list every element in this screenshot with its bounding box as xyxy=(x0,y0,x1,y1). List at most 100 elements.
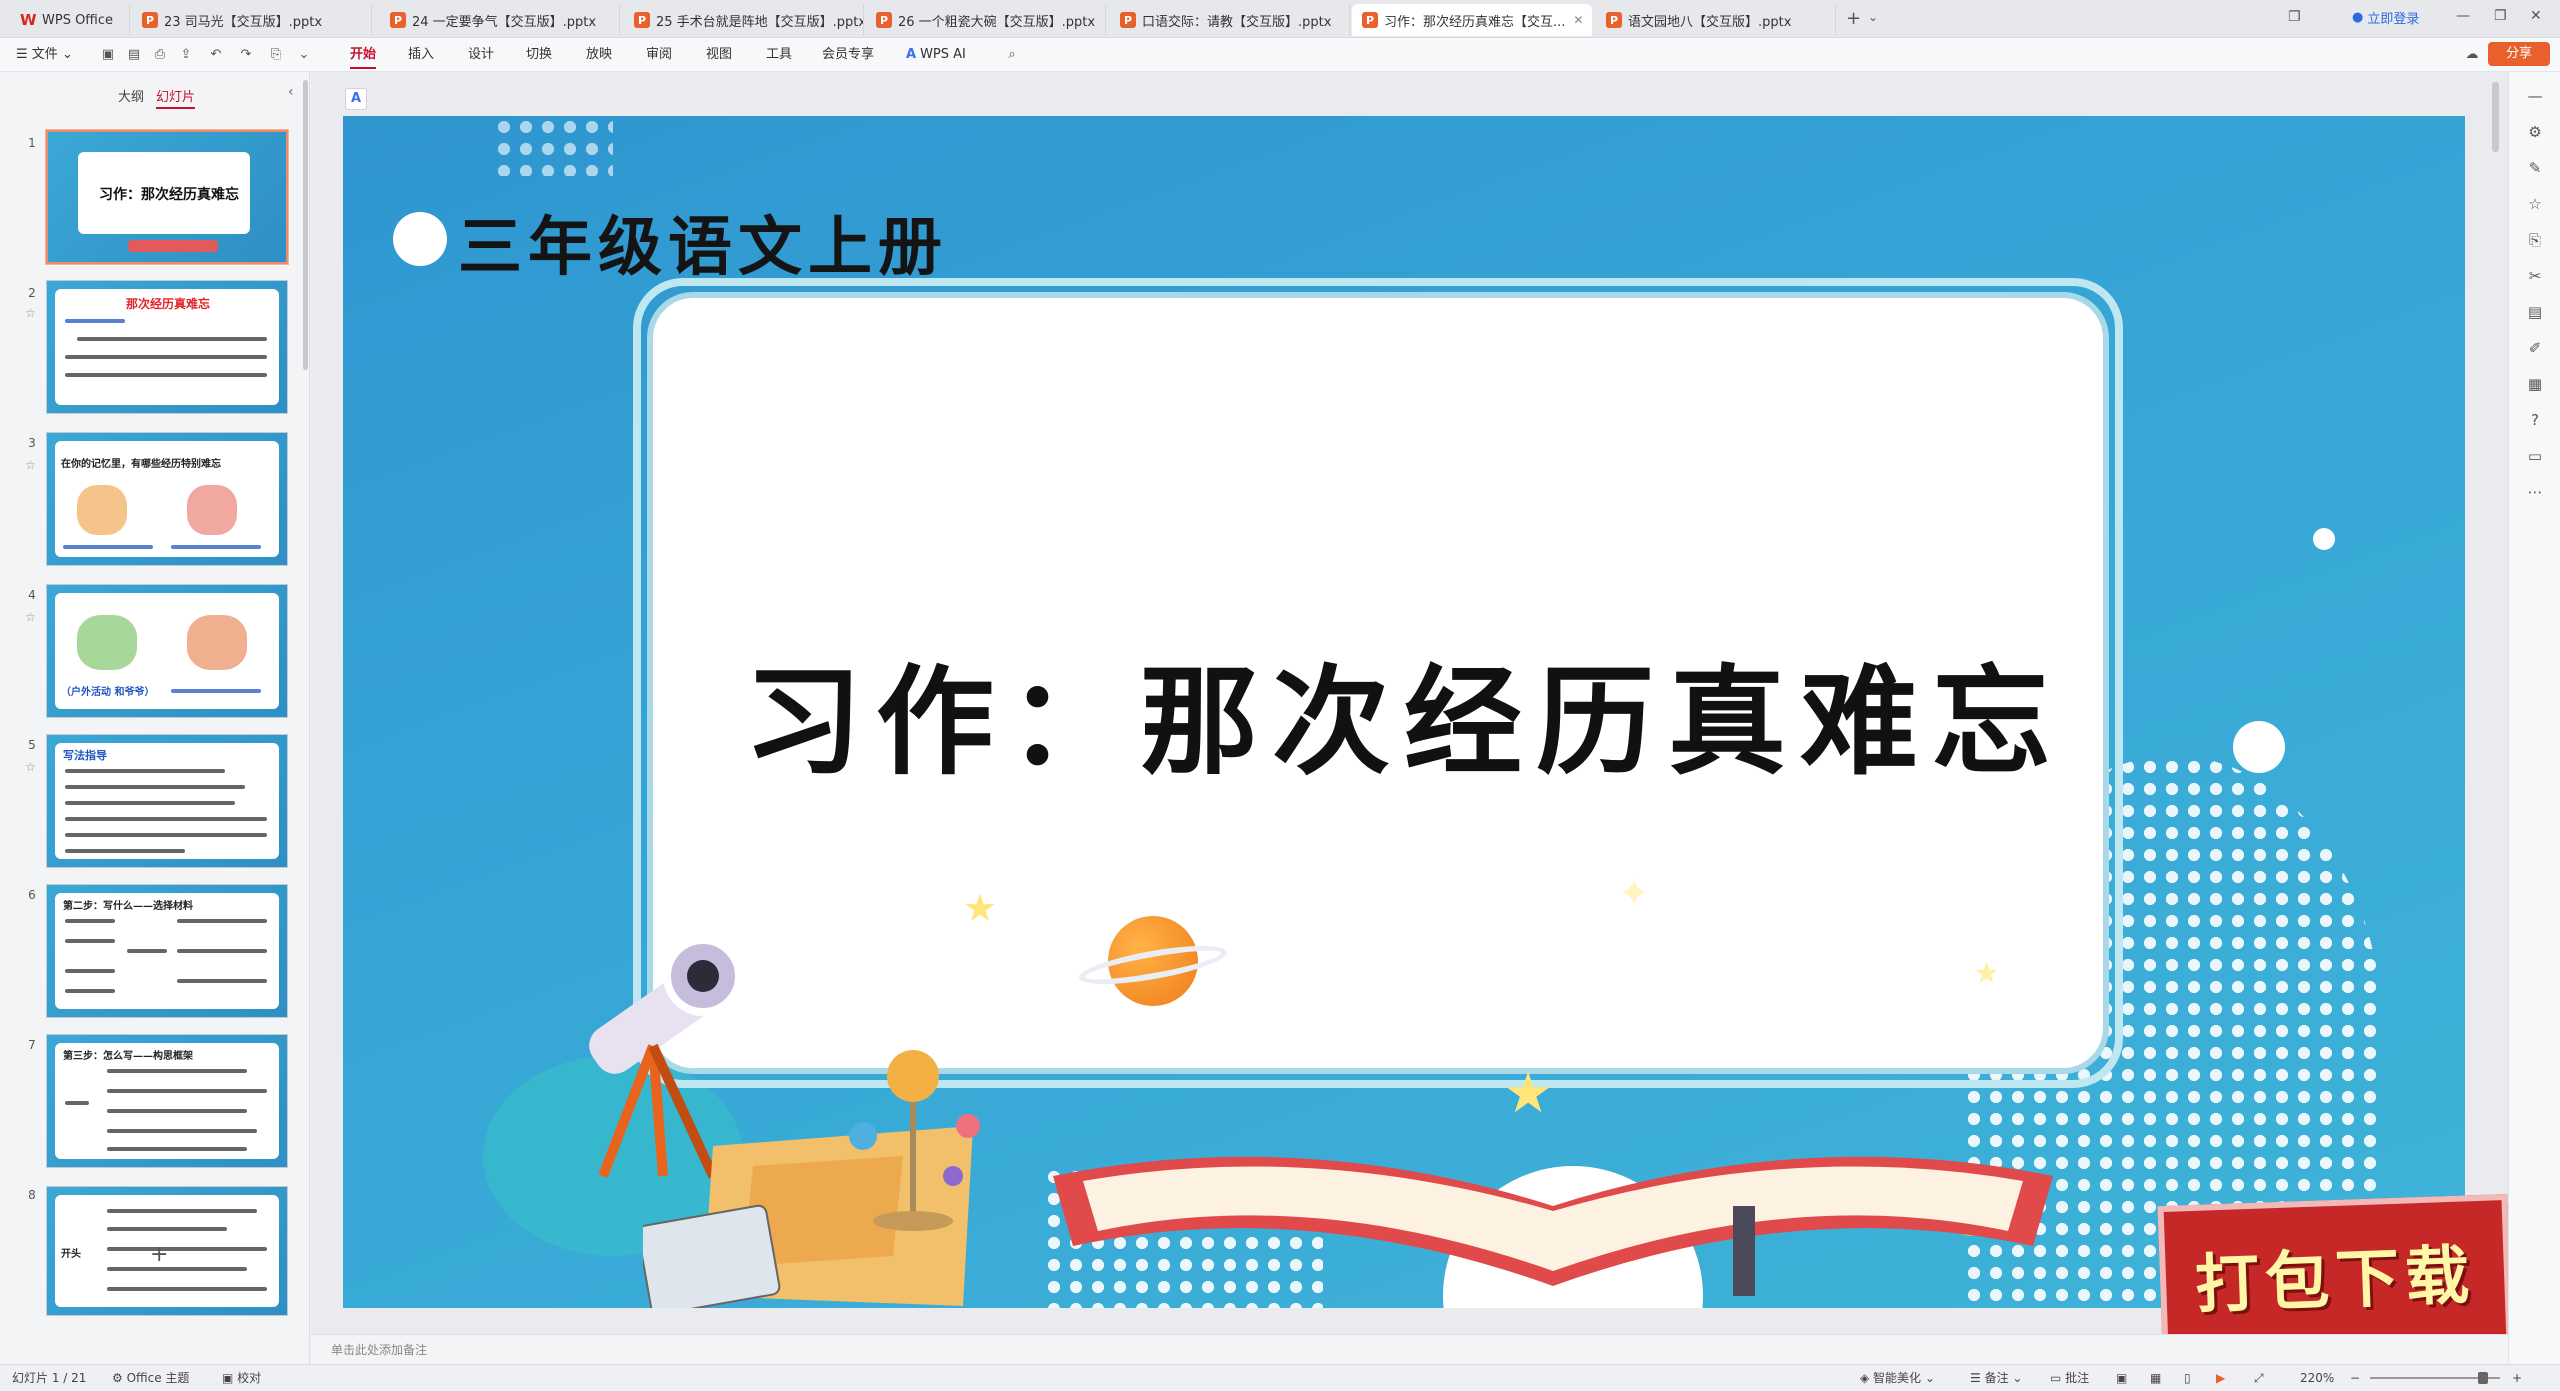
zoom-in-icon[interactable]: + xyxy=(2512,1365,2522,1391)
menu-member[interactable]: 会员专享 xyxy=(822,38,874,72)
download-package-badge[interactable]: 打包下载 xyxy=(2157,1193,2513,1357)
more-icon[interactable]: ⋯ xyxy=(2525,482,2545,502)
tab-document-25[interactable]: P 25 手术台就是阵地【交互版】.pptx xyxy=(624,4,864,36)
menu-home[interactable]: 开始 xyxy=(350,38,377,72)
ribbon-collapse-icon[interactable]: — xyxy=(2525,86,2545,106)
tab-document-26[interactable]: P 26 一个粗瓷大碗【交互版】.pptx xyxy=(866,4,1106,36)
more-tools-chevron-icon[interactable]: ⌄ xyxy=(296,47,312,63)
slides-panel: 大纲 幻灯片 ‹ xyxy=(0,72,310,1364)
minimize-icon[interactable]: — xyxy=(2456,8,2470,24)
open-icon[interactable]: ▤ xyxy=(126,47,142,63)
menu-review[interactable]: 审阅 xyxy=(646,38,672,72)
normal-view-icon[interactable]: ▣ xyxy=(2116,1365,2127,1391)
thumb-number: 8 xyxy=(28,1188,36,1202)
ppt-file-icon: P xyxy=(390,12,406,28)
window-mode-icon[interactable]: ❐ xyxy=(2288,9,2301,25)
close-icon[interactable]: ✕ xyxy=(1573,13,1583,27)
copy-icon[interactable]: ⎘ xyxy=(2525,230,2545,250)
canvas-scrollbar[interactable] xyxy=(2492,82,2499,152)
slide-sorter-icon[interactable]: ▦ xyxy=(2150,1365,2161,1391)
tab-outline[interactable]: 大纲 xyxy=(118,86,144,105)
help-icon[interactable]: ? xyxy=(2525,410,2545,430)
comment-icon[interactable]: ▭ xyxy=(2525,446,2545,466)
collapse-panel-icon[interactable]: ‹ xyxy=(288,84,294,100)
star-icon[interactable]: ☆ xyxy=(25,458,36,472)
notes-toggle-button[interactable]: ☰ 备注 ⌄ xyxy=(1970,1365,2022,1391)
proofread-button[interactable]: ▣ 校对 xyxy=(222,1365,261,1391)
slide-subject-title[interactable]: 三年级语文上册 xyxy=(458,196,948,288)
tab-document-24[interactable]: P 24 一定要争气【交互版】.pptx xyxy=(380,4,620,36)
slide-main-heading[interactable]: 习作：那次经历真难忘 xyxy=(343,626,2465,797)
menu-wps-ai[interactable]: A WPS AI xyxy=(906,38,966,72)
chevron-down-icon[interactable]: ⌄ xyxy=(1868,10,1878,24)
slide-thumbnail-7[interactable]: 第三步：怎么写——构思框架 xyxy=(46,1034,288,1168)
smart-beautify-button[interactable]: ◈ 智能美化 ⌄ xyxy=(1860,1365,1935,1391)
star-icon[interactable]: ☆ xyxy=(25,306,36,320)
redo-icon[interactable]: ↷ xyxy=(238,47,254,63)
maximize-icon[interactable]: ❐ xyxy=(2494,8,2507,24)
text-icon[interactable]: ▤ xyxy=(2525,302,2545,322)
slide-thumbnail-3[interactable]: 在你的记忆里，有哪些经历特别难忘 xyxy=(46,432,288,566)
layers-icon[interactable]: ▦ xyxy=(2525,374,2545,394)
star-icon[interactable]: ☆ xyxy=(25,610,36,624)
magic-edit-icon[interactable]: ✎ xyxy=(2525,158,2545,178)
login-button[interactable]: ● 立即登录 xyxy=(2352,8,2419,27)
favorite-icon[interactable]: ☆ xyxy=(2525,194,2545,214)
undo-icon[interactable]: ↶ xyxy=(208,47,224,63)
tab-label: 25 手术台就是阵地【交互版】.pptx xyxy=(656,14,864,30)
menu-transition[interactable]: 切换 xyxy=(526,38,552,72)
thumb-number: 6 xyxy=(28,888,36,902)
tab-document-writing[interactable]: P 习作：那次经历真难忘【交互... ✕ xyxy=(1352,4,1592,36)
menu-view[interactable]: 视图 xyxy=(706,38,732,72)
slide-thumbnail-6[interactable]: 第二步：写什么——选择材料 xyxy=(46,884,288,1018)
menu-slideshow[interactable]: 放映 xyxy=(586,38,612,72)
reading-view-icon[interactable]: ▯ xyxy=(2184,1365,2191,1391)
save-icon[interactable]: ▣ xyxy=(100,47,116,63)
theme-button[interactable]: ⚙ Office 主题 xyxy=(112,1365,189,1391)
slide-thumbnail-2[interactable]: 那次经历真难忘 xyxy=(46,280,288,414)
properties-icon[interactable]: ⚙ xyxy=(2525,122,2545,142)
star-icon: ★ xyxy=(1973,956,2000,991)
play-slideshow-icon[interactable]: ▶ xyxy=(2216,1365,2225,1391)
star-icon: ★ xyxy=(1503,1061,1554,1126)
new-tab-icon[interactable]: + xyxy=(1846,8,1861,29)
slide-thumbnail-1[interactable]: 习作：那次经历真难忘 xyxy=(45,129,289,265)
notes-pane[interactable]: 单击此处添加备注 xyxy=(311,1334,2508,1364)
slide-thumbnail-5[interactable]: 写法指导 xyxy=(46,734,288,868)
slide-thumbnail-4[interactable]: （户外活动 和爷爷） xyxy=(46,584,288,718)
menu-insert[interactable]: 插入 xyxy=(408,38,434,72)
fit-window-icon[interactable]: ⤢ xyxy=(2254,1365,2264,1391)
tools-icon[interactable]: ✂ xyxy=(2525,266,2545,286)
wps-ai-float-icon[interactable]: A xyxy=(345,88,367,110)
tab-document-garden[interactable]: P 语文园地八【交互版】.pptx xyxy=(1596,4,1836,36)
search-icon[interactable]: ⌕ xyxy=(1004,47,1020,63)
zoom-level[interactable]: 220% xyxy=(2300,1365,2334,1391)
menu-bar: ☰ 文件 ⌄ ▣ ▤ ⎙ ⇪ ↶ ↷ ⎘ ⌄ 开始 插入 设计 切换 放映 审阅… xyxy=(0,38,2560,72)
tab-wps-office[interactable]: W WPS Office xyxy=(10,4,130,36)
book-shape xyxy=(128,240,218,252)
add-slide-icon[interactable]: + xyxy=(150,1242,168,1267)
proofread-label: 校对 xyxy=(237,1371,262,1385)
share-button[interactable]: 分享 xyxy=(2488,42,2550,66)
zoom-slider-knob[interactable] xyxy=(2478,1372,2488,1384)
window-close-icon[interactable]: ✕ xyxy=(2530,8,2542,24)
format-painter-icon[interactable]: ⎘ xyxy=(268,47,284,63)
slide-count: 幻灯片 1 / 21 xyxy=(12,1371,87,1385)
cloud-sync-icon[interactable]: ☁ xyxy=(2464,47,2480,63)
tab-document-23[interactable]: P 23 司马光【交互版】.pptx xyxy=(132,4,372,36)
menu-tools[interactable]: 工具 xyxy=(766,38,792,72)
comments-button[interactable]: ▭ 批注 xyxy=(2050,1365,2089,1391)
thumb-number: 5 xyxy=(28,738,36,752)
menu-design[interactable]: 设计 xyxy=(468,38,494,72)
thumbnail-scrollbar[interactable] xyxy=(303,80,308,370)
tab-document-speaking[interactable]: P 口语交际：请教【交互版】.pptx xyxy=(1110,4,1350,36)
export-icon[interactable]: ⇪ xyxy=(178,47,194,63)
zoom-out-icon[interactable]: − xyxy=(2350,1365,2360,1391)
print-icon[interactable]: ⎙ xyxy=(152,47,168,63)
star-icon[interactable]: ☆ xyxy=(25,760,36,774)
comments-icon: ▭ xyxy=(2050,1371,2066,1385)
tab-slides[interactable]: 幻灯片 xyxy=(156,86,196,109)
edit-icon[interactable]: ✐ xyxy=(2525,338,2545,358)
slide-canvas[interactable]: 三年级语文上册 习作：那次经历真难忘 ★ ★ ✦ ✦ ★ xyxy=(343,116,2465,1308)
file-menu[interactable]: ☰ 文件 ⌄ xyxy=(16,38,73,72)
